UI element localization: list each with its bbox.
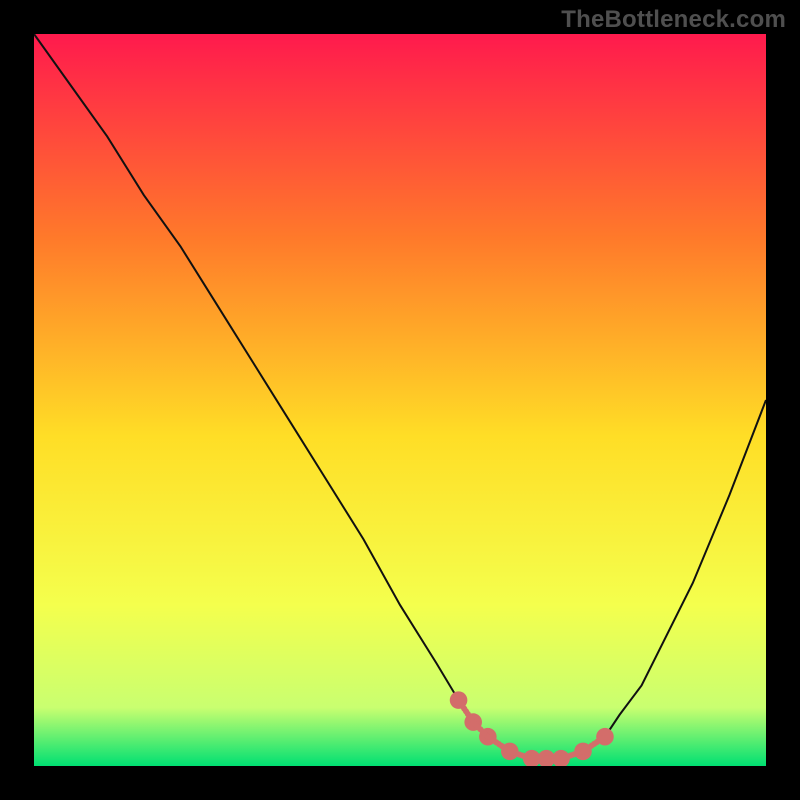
- plot-area: [34, 34, 766, 766]
- plot-svg: [34, 34, 766, 766]
- watermark-text: TheBottleneck.com: [561, 6, 786, 34]
- chart-stage: TheBottleneck.com: [0, 0, 800, 800]
